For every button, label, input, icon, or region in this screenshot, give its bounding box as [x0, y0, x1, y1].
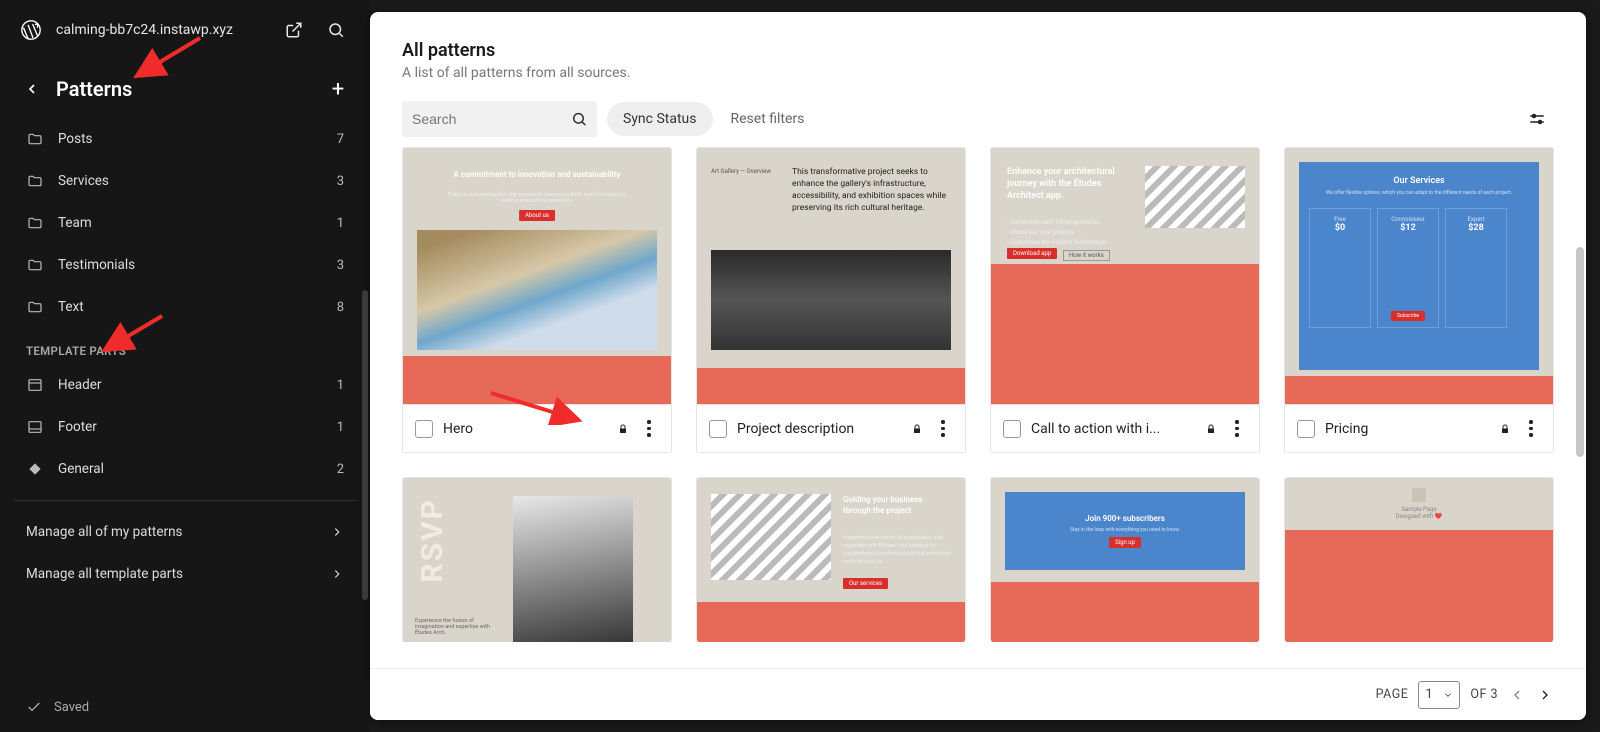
page-subtitle: A list of all patterns from all sources.: [402, 65, 1554, 81]
site-name[interactable]: calming-bb7c24.instawp.xyz: [56, 22, 266, 38]
card-footer: Pricing: [1285, 404, 1553, 452]
template-part-footer[interactable]: Footer 1: [0, 406, 370, 448]
search-icon[interactable]: [322, 16, 350, 44]
pagination: PAGE 1 OF 3: [370, 668, 1586, 720]
search-input[interactable]: [412, 111, 571, 127]
more-options-button[interactable]: [1227, 420, 1247, 437]
lock-icon: [1205, 422, 1217, 436]
pattern-title: Pricing: [1325, 421, 1489, 437]
wordpress-logo-icon[interactable]: [20, 19, 42, 41]
card-footer: Hero: [403, 404, 671, 452]
folder-icon: [26, 172, 44, 190]
lock-icon: [1499, 422, 1511, 436]
next-page-button[interactable]: [1536, 686, 1554, 704]
template-parts-heading: TEMPLATE PARTS: [0, 328, 370, 364]
pattern-preview: Guiding your business through the projec…: [697, 478, 965, 642]
pattern-card-rsvp[interactable]: RSVP Experience the fusion of imaginatio…: [402, 477, 672, 642]
pattern-preview: Join 900+ subscribers Stay in the loop w…: [991, 478, 1259, 642]
footer-icon: [26, 418, 44, 436]
main-header: All patterns A list of all patterns from…: [370, 12, 1586, 91]
content-scrollbar[interactable]: [1576, 247, 1584, 457]
category-services[interactable]: Services 3: [0, 160, 370, 202]
add-pattern-button[interactable]: +: [326, 77, 350, 101]
sync-status-chip[interactable]: Sync Status: [607, 102, 713, 136]
select-checkbox[interactable]: [1297, 420, 1315, 438]
pattern-card-hero[interactable]: A commitment to innovation and sustainab…: [402, 147, 672, 453]
pattern-preview: RSVP Experience the fusion of imaginatio…: [403, 478, 671, 642]
card-footer: Call to action with i...: [991, 404, 1259, 452]
folder-icon: [26, 214, 44, 232]
lock-icon: [911, 422, 923, 436]
chevron-down-icon: [1443, 690, 1453, 700]
pattern-card-pricing[interactable]: Our Services We offer flexible options, …: [1284, 147, 1554, 453]
pattern-preview: Enhance your architectural journey with …: [991, 148, 1259, 404]
folder-icon: [26, 130, 44, 148]
pattern-card-project-description[interactable]: Art Gallery — Overview This transformati…: [696, 147, 966, 453]
page-total: OF 3: [1470, 687, 1498, 702]
folder-icon: [26, 256, 44, 274]
reset-filters-link[interactable]: Reset filters: [731, 111, 805, 127]
select-checkbox[interactable]: [415, 420, 433, 438]
category-text[interactable]: Text 8: [0, 286, 370, 328]
panel-title: Patterns: [56, 77, 326, 101]
pattern-card-call-to-action[interactable]: Enhance your architectural journey with …: [990, 147, 1260, 453]
pattern-preview: Art Gallery — Overview This transformati…: [697, 148, 965, 404]
category-team[interactable]: Team 1: [0, 202, 370, 244]
content-area: A commitment to innovation and sustainab…: [370, 147, 1586, 720]
card-footer: Project description: [697, 404, 965, 452]
pattern-categories: Posts 7 Services 3 Team 1 Testimonials 3…: [0, 118, 370, 328]
header-icon: [26, 376, 44, 394]
panel-header: Patterns +: [0, 60, 370, 118]
filter-settings-icon[interactable]: [1528, 110, 1546, 128]
template-parts-list: Header 1 Footer 1 General 2: [0, 364, 370, 490]
search-icon: [571, 110, 587, 128]
category-posts[interactable]: Posts 7: [0, 118, 370, 160]
check-icon: [26, 699, 42, 715]
pattern-preview: Sample PageDesigned with ❤️: [1285, 478, 1553, 642]
template-part-general[interactable]: General 2: [0, 448, 370, 490]
pattern-title: Call to action with i...: [1031, 421, 1195, 437]
pattern-card-sample[interactable]: Sample PageDesigned with ❤️: [1284, 477, 1554, 642]
search-input-wrapper[interactable]: [402, 101, 597, 137]
page-title: All patterns: [402, 40, 1554, 61]
pattern-title: Project description: [737, 421, 901, 437]
pattern-card-subscribe[interactable]: Join 900+ subscribers Stay in the loop w…: [990, 477, 1260, 642]
manage-patterns-link[interactable]: Manage all of my patterns: [0, 511, 370, 553]
select-checkbox[interactable]: [709, 420, 727, 438]
select-checkbox[interactable]: [1003, 420, 1021, 438]
category-testimonials[interactable]: Testimonials 3: [0, 244, 370, 286]
toolbar: Sync Status Reset filters: [370, 91, 1586, 147]
page-select[interactable]: 1: [1418, 681, 1460, 709]
sidebar: calming-bb7c24.instawp.xyz Patterns + Po…: [0, 0, 370, 732]
template-part-header[interactable]: Header 1: [0, 364, 370, 406]
pattern-title: Hero: [443, 421, 607, 437]
more-options-button[interactable]: [933, 420, 953, 437]
lock-icon: [617, 422, 629, 436]
external-link-icon[interactable]: [280, 16, 308, 44]
more-options-button[interactable]: [1521, 420, 1541, 437]
save-status: Saved: [0, 682, 370, 732]
page-label: PAGE: [1376, 687, 1409, 702]
manage-template-parts-link[interactable]: Manage all template parts: [0, 553, 370, 595]
pattern-preview: Our Services We offer flexible options, …: [1285, 148, 1553, 404]
divider: [14, 500, 356, 501]
back-button[interactable]: [20, 77, 44, 101]
topbar: calming-bb7c24.instawp.xyz: [0, 0, 370, 60]
prev-page-button[interactable]: [1508, 686, 1526, 704]
pattern-card-guiding[interactable]: Guiding your business through the projec…: [696, 477, 966, 642]
more-options-button[interactable]: [639, 420, 659, 437]
pattern-preview: A commitment to innovation and sustainab…: [403, 148, 671, 404]
sidebar-scrollbar[interactable]: [362, 290, 368, 600]
diamond-icon: [26, 460, 44, 478]
folder-icon: [26, 298, 44, 316]
main-panel: All patterns A list of all patterns from…: [370, 12, 1586, 720]
